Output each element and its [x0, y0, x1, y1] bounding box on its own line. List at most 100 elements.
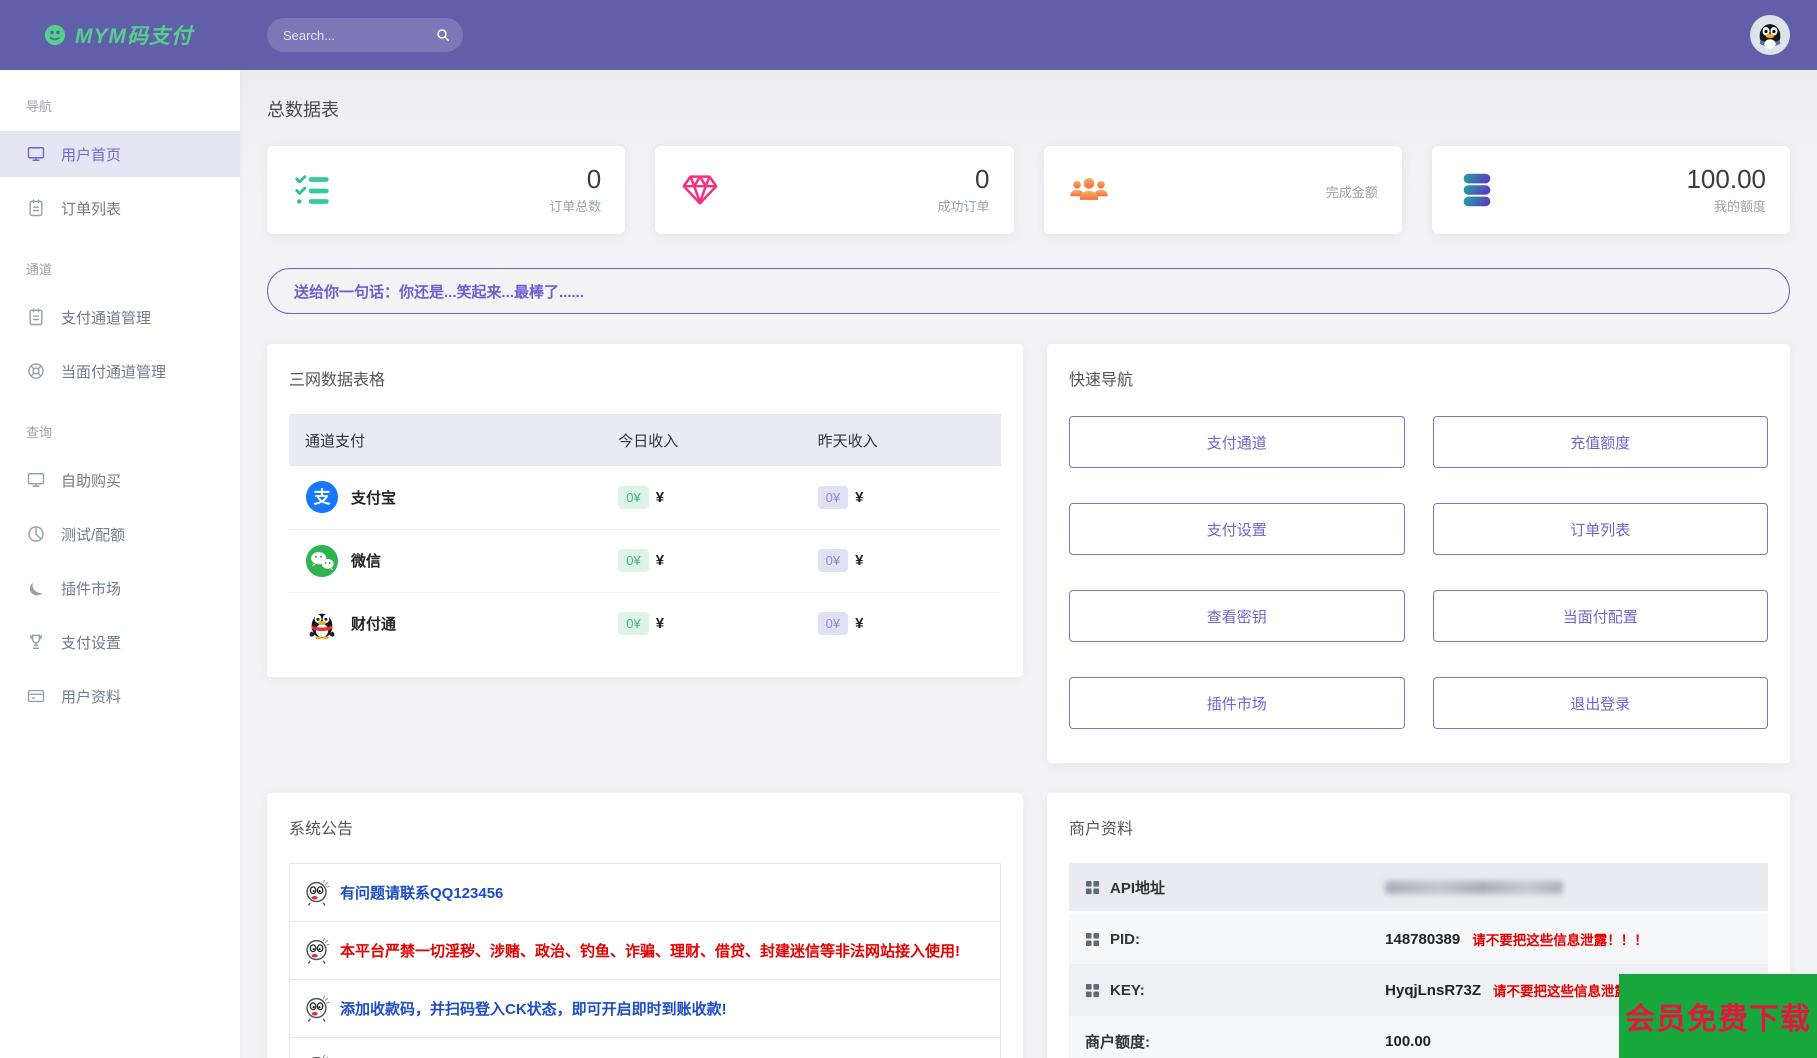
sidebar-item-label: 用户首页 — [61, 146, 122, 164]
network-table: 通道支付 今日收入 昨天收入 支 支付宝 0¥ ¥ 0¥ ¥ 微信 0¥ ¥ 0… — [289, 414, 1001, 655]
leak-warning: 请不要把这些信息泄露！！！ — [1472, 933, 1648, 948]
today-income-badge: 0¥ — [618, 612, 649, 636]
yesterday-income-badge: 0¥ — [817, 549, 849, 572]
alipay-icon: 支 — [305, 480, 339, 514]
content-row-1: 三网数据表格 通道支付 今日收入 昨天收入 支 支付宝 0¥ ¥ 0¥ ¥ 微信… — [267, 344, 1790, 763]
monitor-icon — [26, 144, 46, 164]
quicknav-view-key-button[interactable]: 查看密钥 — [1069, 590, 1405, 642]
channel-name: 财付通 — [351, 616, 397, 634]
merchant-label: KEY: — [1110, 981, 1145, 999]
sidebar-item-label: 当面付通道管理 — [61, 363, 167, 381]
sidebar-item-user-profile[interactable]: 用户资料 — [0, 673, 240, 719]
key-value: HyqjLnsR73Z — [1385, 981, 1481, 999]
stat-card-total-orders: 0 订单总数 — [267, 146, 626, 234]
dizzy-emoticon-icon — [303, 936, 330, 965]
page-title: 总数据表 — [267, 100, 339, 120]
brand-title: MYM码支付 — [75, 25, 193, 48]
yen-unit: ¥ — [655, 488, 665, 506]
quicknav-pay-settings-button[interactable]: 支付设置 — [1069, 503, 1405, 555]
sidebar-item-self-buy[interactable]: 自助购买 — [0, 457, 240, 503]
quicknav-logout-button[interactable]: 退出登录 — [1432, 677, 1768, 729]
api-address-redacted-value — [1385, 880, 1564, 894]
merchant-quota-value: 100.00 — [1385, 1032, 1432, 1050]
user-avatar[interactable] — [1750, 15, 1790, 55]
dizzy-emoticon-icon — [303, 994, 330, 1023]
stat-value: 0 — [586, 163, 602, 194]
stat-card-my-quota: 100.00 我的额度 — [1431, 146, 1790, 234]
tenpay-icon — [305, 607, 339, 641]
grid-icon — [1085, 983, 1100, 998]
sidebar-item-label: 插件市场 — [61, 580, 122, 598]
quick-nav-panel: 快速导航 支付通道 充值额度 支付设置 订单列表 查看密钥 当面付配置 插件市场… — [1047, 344, 1790, 763]
quick-nav-grid: 支付通道 充值额度 支付设置 订单列表 查看密钥 当面付配置 插件市场 退出登录 — [1069, 416, 1768, 729]
yen-unit: ¥ — [655, 552, 665, 569]
stat-cards-row: 0 订单总数 0 成功订单 完成金额 100.00 我的额度 — [267, 146, 1790, 234]
dizzy-emoticon-icon — [303, 878, 330, 907]
channel-name: 微信 — [351, 553, 382, 570]
stat-value: 100.00 — [1686, 163, 1766, 194]
merchant-label: API地址 — [1110, 879, 1166, 897]
ring-icon — [26, 361, 46, 381]
quote-banner: 送给你一句话：你还是...笑起来...最棒了...... — [267, 268, 1790, 314]
merchant-row-pid: PID: 148780389 请不要把这些信息泄露！！！ — [1069, 914, 1768, 965]
col-header-yesterday: 昨天收入 — [801, 414, 1001, 466]
vip-free-download-banner[interactable]: 会员免费下载 — [1619, 974, 1817, 1058]
sidebar-item-order-list[interactable]: 订单列表 — [0, 185, 240, 231]
sidebar-item-test-quota[interactable]: 测试/配额 — [0, 511, 240, 557]
grid-icon — [1085, 880, 1100, 895]
channel-name: 支付宝 — [351, 489, 397, 507]
clipboard-icon — [26, 307, 46, 327]
notice-row-wechat-nickname[interactable]: 微信添加过二维码后不可改昵称，支付宝需要关闭余额自动转到余额宝。 — [290, 1038, 1000, 1058]
trophy-icon — [26, 632, 46, 652]
sidebar-item-label: 支付通道管理 — [61, 309, 152, 327]
notice-row-contact[interactable]: 有问题请联系QQ123456 — [290, 864, 1000, 922]
sidebar-item-user-home[interactable]: 用户首页 — [0, 131, 240, 177]
table-row-wechat: 微信 0¥ ¥ 0¥ ¥ — [289, 529, 1001, 593]
database-icon — [1456, 169, 1498, 211]
stat-label: 完成金额 — [1325, 185, 1378, 200]
clipboard-icon — [26, 198, 46, 218]
notice-row-prohibited[interactable]: 本平台严禁一切淫秽、涉赌、政治、钓鱼、诈骗、理财、借贷、封建迷信等非法网站接入使… — [290, 922, 1000, 980]
wechat-icon — [305, 544, 339, 578]
top-header: MYM码支付 — [0, 0, 1817, 70]
users-icon — [1068, 169, 1110, 211]
app-root: MYM码支付 导航 用户首页 订单列表 通道 支付通道管理 — [0, 0, 1817, 1058]
sidebar-section-channel: 通道 — [26, 262, 53, 277]
merchant-row-api-address: API地址 — [1069, 863, 1768, 914]
quicknav-f2f-config-button[interactable]: 当面付配置 — [1432, 590, 1768, 642]
col-header-today: 今日收入 — [602, 414, 802, 466]
diamond-icon — [679, 169, 721, 211]
sidebar-item-label: 自助购买 — [61, 472, 122, 490]
merchant-label: 商户额度: — [1085, 1033, 1150, 1051]
monitor-icon — [26, 470, 46, 490]
card-icon — [26, 686, 46, 706]
sidebar-item-pay-settings[interactable]: 支付设置 — [0, 619, 240, 665]
penguin-badge-icon — [44, 24, 66, 46]
quicknav-pay-channel-button[interactable]: 支付通道 — [1069, 416, 1405, 468]
sidebar-item-f2f-channel-mgmt[interactable]: 当面付通道管理 — [0, 348, 240, 394]
search-input[interactable] — [283, 27, 435, 43]
panel-title: 三网数据表格 — [289, 372, 386, 389]
pie-icon — [26, 524, 46, 544]
sidebar-section-query: 查询 — [26, 425, 53, 440]
dizzy-emoticon-icon — [303, 1053, 330, 1058]
sidebar-item-pay-channel-mgmt[interactable]: 支付通道管理 — [0, 294, 240, 340]
table-row-alipay: 支 支付宝 0¥ ¥ 0¥ ¥ — [289, 466, 1001, 530]
brand-logo[interactable]: MYM码支付 — [0, 20, 240, 50]
quicknav-order-list-button[interactable]: 订单列表 — [1432, 503, 1768, 555]
notice-text: 本平台严禁一切淫秽、涉赌、政治、钓鱼、诈骗、理财、借贷、封建迷信等非法网站接入使… — [340, 943, 960, 960]
notice-list: 有问题请联系QQ123456 本平台严禁一切淫秽、涉赌、政治、钓鱼、诈骗、理财、… — [289, 863, 1001, 1058]
content-row-2: 系统公告 有问题请联系QQ123456 本平台严禁一切淫秽、涉赌、政治、钓鱼、诈… — [267, 793, 1790, 1058]
svg-text:支: 支 — [314, 487, 332, 507]
quicknav-plugin-market-button[interactable]: 插件市场 — [1069, 677, 1405, 729]
search-icon[interactable] — [435, 27, 451, 43]
notice-row-qrcode-ck[interactable]: 添加收款码，并扫码登入CK状态，即可开启即时到账收款! — [290, 980, 1000, 1038]
sidebar-item-label: 用户资料 — [61, 688, 122, 706]
yen-unit: ¥ — [855, 488, 864, 506]
notices-panel: 系统公告 有问题请联系QQ123456 本平台严禁一切淫秽、涉赌、政治、钓鱼、诈… — [267, 793, 1023, 1058]
search-box[interactable] — [267, 18, 463, 52]
sidebar-item-label: 测试/配额 — [61, 526, 126, 544]
network-table-panel: 三网数据表格 通道支付 今日收入 昨天收入 支 支付宝 0¥ ¥ 0¥ ¥ 微信… — [267, 344, 1023, 677]
sidebar-item-plugin-market[interactable]: 插件市场 — [0, 565, 240, 611]
quicknav-recharge-quota-button[interactable]: 充值额度 — [1432, 416, 1768, 468]
